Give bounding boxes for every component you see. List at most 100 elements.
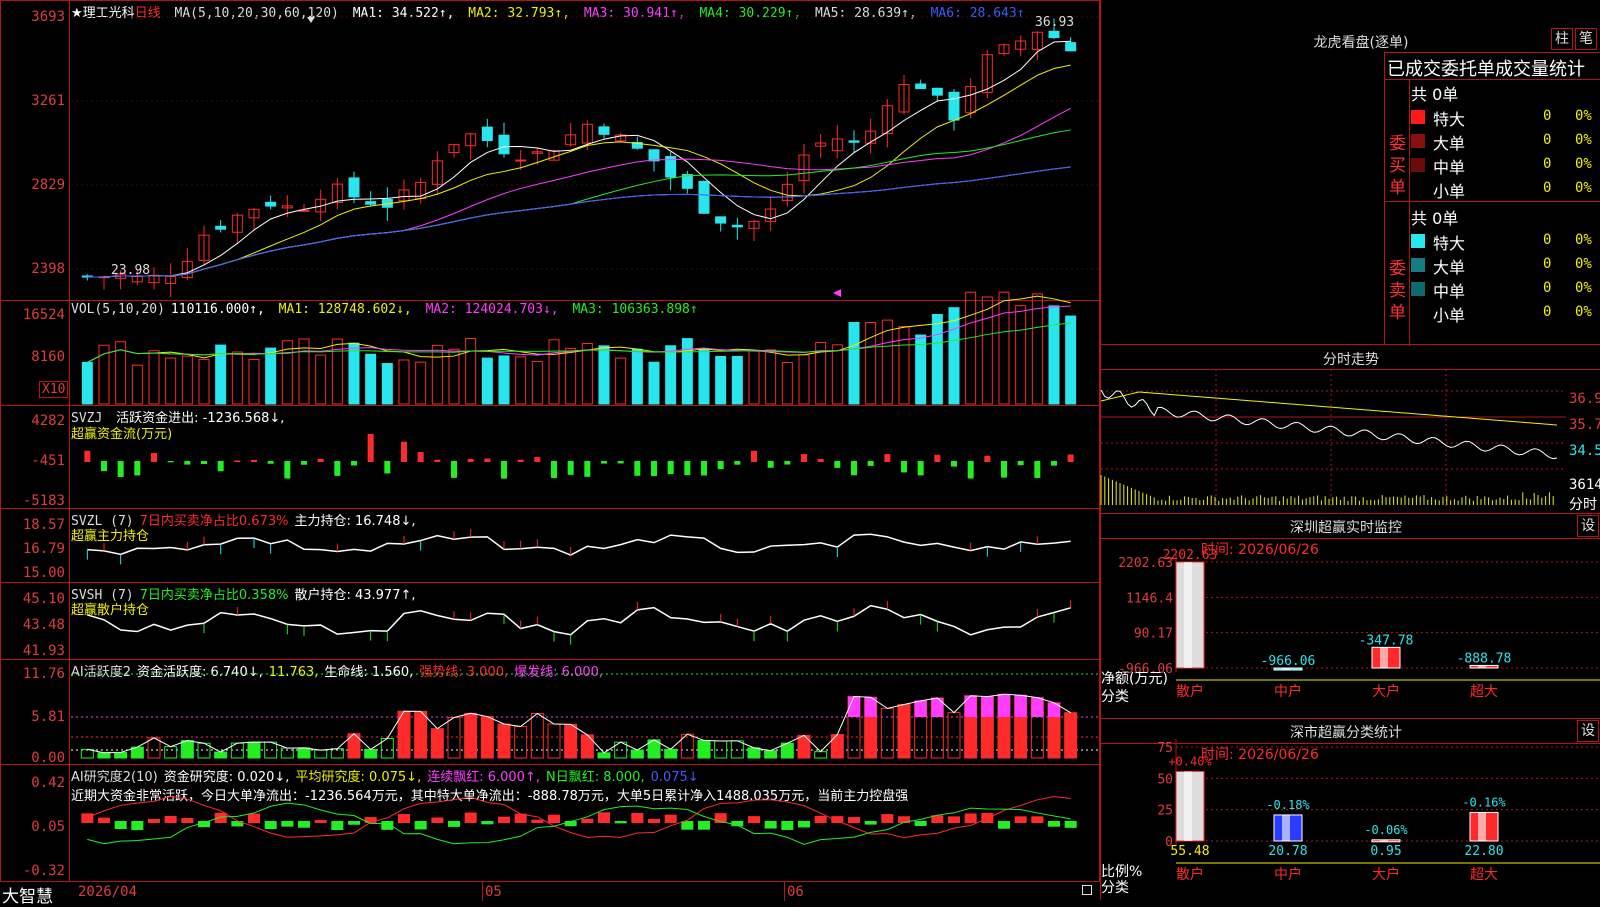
category-label: 超大 [1470,867,1498,883]
lock-icon[interactable] [1082,885,1092,895]
bar-value: 0.95 [1370,844,1401,859]
research-bar [831,816,844,823]
axis-label: 3693 [31,9,65,25]
activity-bar [447,717,461,759]
activity-bar [497,723,511,759]
research-bar [1031,816,1044,823]
bar-value: 20.78 [1268,844,1307,859]
research-bar [181,818,194,823]
row-pct: 0% [1575,156,1592,172]
kline-chart[interactable] [71,1,1099,301]
ai-research-chart [81,795,1077,845]
row-pct: 0% [1575,132,1592,148]
activity-bar [414,710,428,759]
row-pct: 0% [1575,108,1592,124]
volume-bar [348,342,360,405]
bar-highlight [1380,839,1388,842]
candle [1048,30,1060,39]
research-bar [781,821,794,830]
activity-bar [464,712,478,759]
flow-bar [634,461,641,476]
flow-bar [1067,454,1074,462]
ai-research-panel[interactable]: 0.42 0.05 -0.32 AI研究度2(10) 资金研究度: 0.020↓,… [0,764,1100,882]
flow-bar [1017,461,1024,466]
buy-row-3: 小单 0 0% [1411,177,1600,201]
axis-label: 15.00 [22,565,65,581]
svsh-panel[interactable]: 45.10 43.48 41.93 SVSH (7) 7日内买卖净占比0.358%… [0,582,1100,660]
legend-swatch [1411,182,1425,196]
axis-label: 16.79 [22,541,65,557]
lhb-title: 龙虎看盘(逐单) [1313,35,1409,51]
monitor-panel: 深圳超赢实时监控 设 时间: 2026/06/26 2202.63 1146.4 9… [1100,513,1600,719]
row-name: 特大 [1433,110,1466,129]
row-name: 特大 [1433,234,1466,253]
intraday-title: 分时走势 [1323,352,1379,368]
row-pct: 0% [1575,304,1592,320]
buy-row-1: 大单 0 0% [1411,129,1600,153]
volume-bar [715,355,727,405]
legend-swatch [1411,110,1425,124]
activity-bar [214,751,228,759]
intraday-chart[interactable] [1100,369,1566,509]
flow-bar [484,458,491,462]
sell-row-1: 大单 0 0% [1411,253,1600,277]
flow-bar [267,461,274,464]
ma-line [87,129,1071,278]
ai-activity-panel[interactable]: 11.76 5.81 0.00 AI活跃度2 资金活跃度: 6.740↓, 11.7… [0,659,1100,766]
flow-bar [717,461,724,470]
volume-chart [81,291,1077,405]
intraday-axis: 34.53 [1569,443,1600,459]
svzl-panel[interactable]: 18.57 16.79 15.00 SVZL (7) 7日内买卖净占比0.673%… [0,508,1100,583]
activity-bar [764,750,778,759]
volume-bar [731,355,743,405]
buy-row-0: 特大 0 0% [1411,105,1600,129]
flow-bar [217,461,224,472]
research-bar [314,820,327,823]
category-label: 超大 [1470,684,1498,700]
kline-panel[interactable]: 3693 3261 2829 2398 ★理工光科日线 MA(5,10,20,3… [0,0,1100,301]
volume-panel[interactable]: 16524 8160 X10 VOL(5,10,20) 110116.000↑, … [0,291,1100,406]
flow-bar [351,461,357,466]
svzl-axis: 18.57 16.79 15.00 [1,509,70,582]
volume-bar [1048,305,1060,405]
axis-label: 1146.4 [1126,591,1173,606]
svzj-axis: 4282 -451 -5183 [1,406,70,509]
bar-change: -0.06% [1364,823,1408,837]
research-bar [614,821,627,824]
tick-view-button[interactable]: 笔 [1575,28,1597,50]
research-bar [664,814,677,823]
flow-bar [567,461,574,475]
intraday-unit: 分时 [1569,497,1597,513]
flow-bar [701,461,707,476]
price-axis: 3693 3261 2829 2398 [1,1,70,300]
volume-bar [315,354,327,405]
activity-bar [914,700,927,717]
sell-total: 共 0单 [1411,209,1459,228]
flow-bar [851,461,857,476]
activity-bar [897,703,911,759]
volume-bar [265,347,277,405]
research-bar [98,817,110,823]
volume-bar [965,291,977,405]
flow-bar [817,459,824,462]
row-count: 0 [1543,232,1552,248]
row-name: 中单 [1433,282,1466,301]
category-label: 中户 [1274,866,1302,883]
bar-value: -347.78 [1359,633,1414,648]
research-bar [298,821,310,828]
activity-bar [697,739,711,759]
intraday-panel[interactable]: 分时走势 36.93 35.73 34.53 3614 分时 [1100,344,1600,514]
bar-view-button[interactable]: 柱 [1551,28,1573,50]
research-bar [414,821,427,830]
research-bar [914,821,927,827]
candle [848,140,860,143]
row-pct: 0% [1575,256,1592,272]
lhb-panel: 龙虎看盘(逐单) 柱 笔 已成交委托单成交量统计 委买单 委卖单 共 0单 特大 0… [1100,0,1600,346]
volume-bar [481,357,493,405]
candle [265,201,277,207]
activity-bar [998,694,1010,717]
flow-bar [334,461,341,476]
research-bar [648,818,660,823]
buy-total: 共 0单 [1411,85,1459,104]
svzj-panel[interactable]: 4282 -451 -5183 SVZJ 活跃资金进出: -1236.568↓,… [0,405,1100,509]
